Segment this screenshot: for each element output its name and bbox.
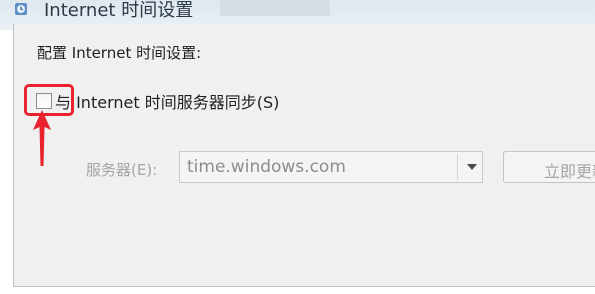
update-now-button[interactable]: 立即更新	[503, 151, 595, 183]
server-value: time.windows.com	[187, 157, 346, 177]
dialog-panel: 配置 Internet 时间设置: 与 Internet 时间服务器同步(S) …	[13, 24, 595, 287]
sync-checkbox-label[interactable]: 与 Internet 时间服务器同步(S)	[55, 89, 279, 113]
server-label: 服务器(E):	[86, 161, 158, 179]
window-title: Internet 时间设置	[44, 0, 194, 21]
clock-settings-icon	[15, 3, 27, 15]
combobox-divider	[457, 154, 458, 180]
server-combobox[interactable]: time.windows.com	[179, 151, 483, 183]
dialog-heading: 配置 Internet 时间设置:	[37, 44, 202, 62]
arrow-up-icon	[33, 110, 51, 166]
update-now-label: 立即更新	[544, 162, 595, 181]
chevron-down-icon[interactable]	[467, 164, 477, 170]
title-background-blur	[220, 0, 330, 16]
